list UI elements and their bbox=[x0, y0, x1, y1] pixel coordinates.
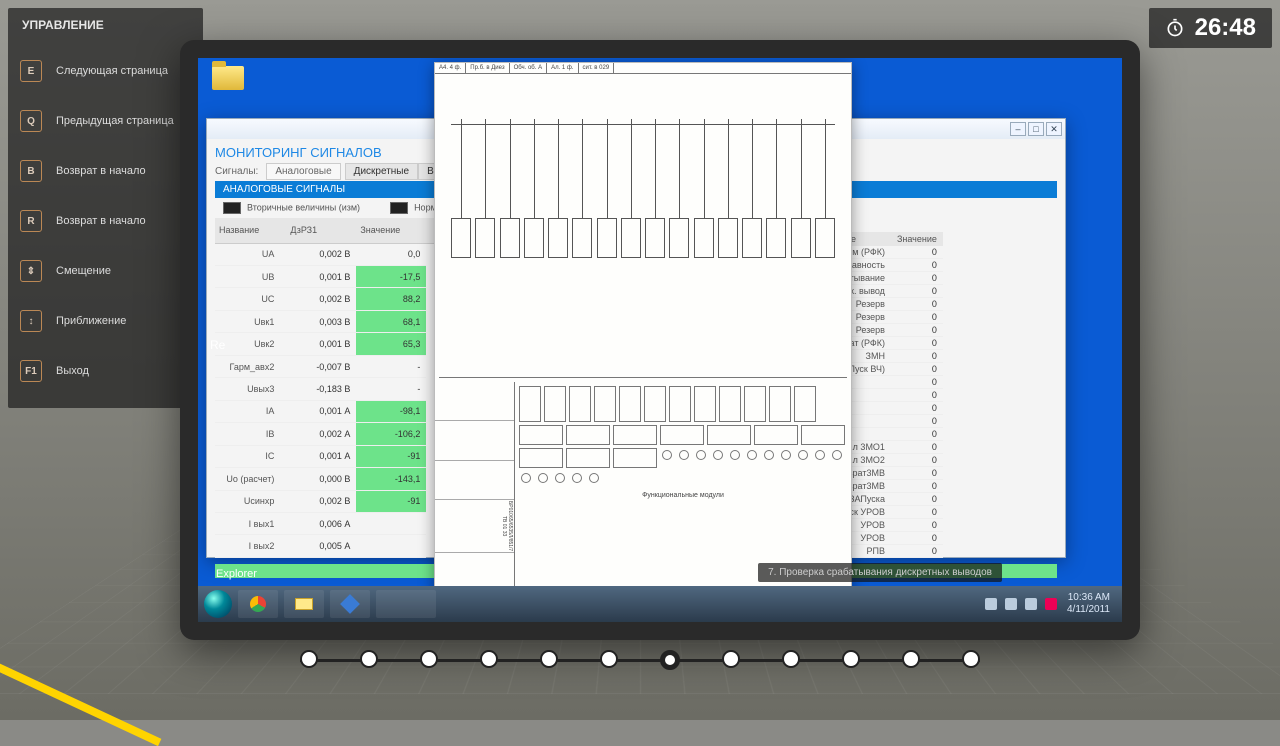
signal-tab[interactable]: Дискретные bbox=[345, 163, 418, 180]
minimize-button[interactable]: – bbox=[1010, 122, 1026, 136]
hud-label: Следующая страница bbox=[56, 65, 168, 77]
start-button[interactable] bbox=[204, 590, 232, 618]
taskbar-chrome-icon[interactable] bbox=[238, 590, 278, 618]
doc-subtitle: Функциональные модули bbox=[519, 492, 847, 499]
hud-item[interactable]: Q Предыдущая страница bbox=[8, 96, 203, 146]
key-icon: B bbox=[20, 160, 42, 182]
timer-value: 26:48 bbox=[1195, 14, 1256, 42]
table-row: UA0,002 В0,0 bbox=[215, 243, 435, 265]
legend-item: Вторичные величины (изм) bbox=[247, 202, 360, 212]
table-row: Uвк20,001 В65,3 bbox=[215, 333, 435, 355]
step-timeline bbox=[300, 650, 980, 670]
timeline-step[interactable] bbox=[480, 650, 498, 668]
signal-tab[interactable]: Аналоговые bbox=[266, 163, 340, 180]
table-row: Uсинхр0,002 В-91 bbox=[215, 490, 435, 512]
table-row: Uвых3-0,183 В- bbox=[215, 378, 435, 400]
taskbar-app-icon[interactable] bbox=[330, 590, 370, 618]
tray-volume-icon[interactable] bbox=[1025, 598, 1037, 610]
key-icon: Q bbox=[20, 110, 42, 132]
desktop-label: Re bbox=[210, 338, 225, 352]
timer-display: 26:48 bbox=[1149, 8, 1272, 48]
timeline-step[interactable] bbox=[782, 650, 800, 668]
timeline-step[interactable] bbox=[962, 650, 980, 668]
stopwatch-icon bbox=[1165, 18, 1185, 38]
table-row: Гарм_авх2-0,007 В- bbox=[215, 355, 435, 377]
timeline-step[interactable] bbox=[420, 650, 438, 668]
table-row: IB0,002 А-106,2 bbox=[215, 423, 435, 445]
table-row: UB0,001 В-17,5 bbox=[215, 266, 435, 288]
task-hint: 7. Проверка срабатывания дискретных выво… bbox=[758, 563, 1002, 582]
hud-item[interactable]: E Следующая страница bbox=[8, 46, 203, 96]
hud-item[interactable]: F1 Выход bbox=[8, 346, 203, 396]
table-row: I вых20,005 А bbox=[215, 535, 435, 558]
timeline-step[interactable] bbox=[722, 650, 740, 668]
schematic-area bbox=[439, 78, 847, 378]
doc-number: БР01065/6535Л/851/7 ТВ 01 33 bbox=[435, 500, 514, 553]
table-row: Uo (расчет)0,000 В-143,1 bbox=[215, 468, 435, 490]
key-icon: R bbox=[20, 210, 42, 232]
key-icon: ⇕ bbox=[20, 260, 42, 282]
laptop-bezel: – □ ✕ МОНИТОРИНГ СИГНАЛОВ Сигналы: Анало… bbox=[180, 40, 1140, 640]
tray-shield-icon[interactable] bbox=[1045, 598, 1057, 610]
desktop-folder-icon[interactable] bbox=[212, 66, 252, 106]
taskbar: 10:36 AM4/11/2011 bbox=[198, 586, 1122, 622]
controls-hud: УПРАВЛЕНИЕ E Следующая страница Q Предыдуща… bbox=[8, 8, 203, 408]
schematic-document[interactable]: А4. 4 ф.Пр.б. в ДиезОбч. об. ААл. 1 ф.си… bbox=[434, 62, 852, 622]
hud-label: Предыдущая страница bbox=[56, 115, 174, 127]
key-icon: F1 bbox=[20, 360, 42, 382]
table-row: Uвк10,003 В68,1 bbox=[215, 310, 435, 332]
timeline-step[interactable] bbox=[842, 650, 860, 668]
hud-item[interactable]: ↕ Приближение bbox=[8, 296, 203, 346]
laptop-screen[interactable]: – □ ✕ МОНИТОРИНГ СИГНАЛОВ Сигналы: Анало… bbox=[198, 58, 1122, 622]
hud-label: Возврат в начало bbox=[56, 215, 146, 227]
taskbar-clock[interactable]: 10:36 AM4/11/2011 bbox=[1067, 592, 1116, 616]
maximize-button[interactable]: □ bbox=[1028, 122, 1044, 136]
table-row: I вых10,006 А bbox=[215, 512, 435, 534]
close-button[interactable]: ✕ bbox=[1046, 122, 1062, 136]
analog-signals-table: НазваниеДзРЗ1ЗначениеUA0,002 В0,0UB0,001… bbox=[215, 218, 435, 558]
hud-item[interactable]: B Возврат в начало bbox=[8, 146, 203, 196]
explorer-label: Explorer bbox=[216, 568, 257, 580]
timeline-step[interactable] bbox=[360, 650, 378, 668]
table-row: IA0,001 А-98,1 bbox=[215, 400, 435, 422]
table-row: IC0,001 А-91 bbox=[215, 445, 435, 467]
tray-flag-icon[interactable] bbox=[985, 598, 997, 610]
hud-item[interactable]: ⇕ Смещение bbox=[8, 246, 203, 296]
tabs-label: Сигналы: bbox=[215, 166, 258, 177]
timeline-step[interactable] bbox=[540, 650, 558, 668]
timeline-step[interactable] bbox=[902, 650, 920, 668]
hud-label: Приближение bbox=[56, 315, 126, 327]
timeline-step[interactable] bbox=[660, 650, 680, 670]
taskbar-explorer-icon[interactable] bbox=[284, 590, 324, 618]
timeline-step[interactable] bbox=[300, 650, 318, 668]
laptop: – □ ✕ МОНИТОРИНГ СИГНАЛОВ Сигналы: Анало… bbox=[180, 40, 1140, 680]
doc-header: А4. 4 ф.Пр.б. в ДиезОбч. об. ААл. 1 ф.си… bbox=[435, 63, 851, 74]
hud-label: Смещение bbox=[56, 265, 111, 277]
system-tray bbox=[985, 598, 1061, 610]
hud-title: УПРАВЛЕНИЕ bbox=[8, 8, 203, 46]
timeline-step[interactable] bbox=[600, 650, 618, 668]
key-icon: E bbox=[20, 60, 42, 82]
tray-network-icon[interactable] bbox=[1005, 598, 1017, 610]
hud-item[interactable]: R Возврат в начало bbox=[8, 196, 203, 246]
key-icon: ↕ bbox=[20, 310, 42, 332]
table-row: UC0,002 В88,2 bbox=[215, 288, 435, 310]
hud-label: Возврат в начало bbox=[56, 165, 146, 177]
taskbar-running-app[interactable] bbox=[376, 590, 436, 618]
hud-label: Выход bbox=[56, 365, 89, 377]
